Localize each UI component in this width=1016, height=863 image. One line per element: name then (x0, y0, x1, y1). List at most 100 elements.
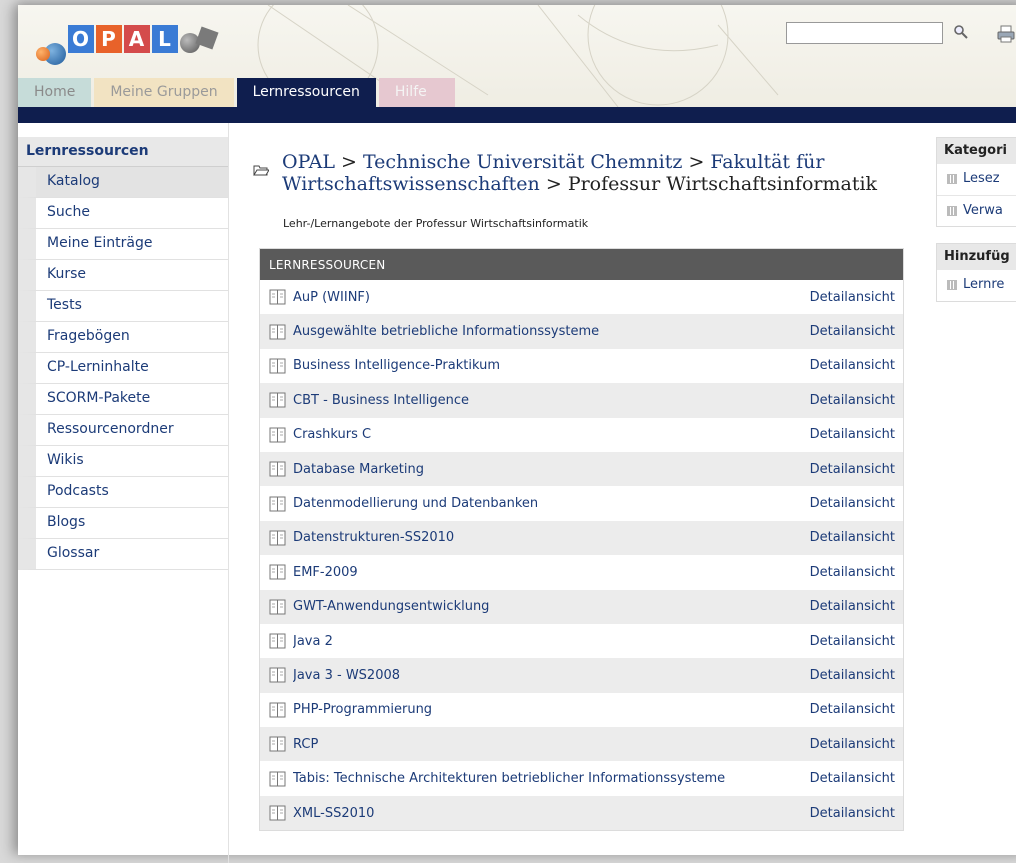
box-title: Hinzufüg (937, 244, 1016, 270)
box-title: Kategori (937, 138, 1016, 164)
resource-title-link[interactable]: Ausgewählte betriebliche Informationssys… (293, 324, 810, 339)
sidebar-divider (228, 123, 229, 863)
box-item[interactable]: Lesez (937, 164, 1016, 195)
resource-title-link[interactable]: Crashkurs C (293, 427, 810, 442)
book-icon (269, 427, 286, 443)
breadcrumb-link[interactable]: Fakultät für (710, 151, 824, 173)
book-icon (269, 667, 286, 683)
table-row: Crashkurs C Detailansicht (260, 418, 903, 452)
tab-meine-gruppen[interactable]: Meine Gruppen (94, 78, 234, 107)
sidebar: Lernressourcen Katalog Suche Meine Eintr… (18, 137, 228, 570)
sidebar-title[interactable]: Lernressourcen (18, 137, 228, 167)
detail-view-link[interactable]: Detailansicht (810, 771, 895, 786)
detail-view-link[interactable]: Detailansicht (810, 565, 895, 580)
detail-view-link[interactable]: Detailansicht (810, 393, 895, 408)
sidebar-item-podcasts[interactable]: Podcasts (18, 477, 228, 508)
resource-title-link[interactable]: Datenmodellierung und Datenbanken (293, 496, 810, 511)
box-item-label: Lesez (963, 171, 1000, 186)
box-item-label: Verwa (963, 203, 1003, 218)
detail-view-link[interactable]: Detailansicht (810, 496, 895, 511)
search-input[interactable] (786, 22, 943, 44)
table-row: Java 3 - WS2008 Detailansicht (260, 658, 903, 693)
magnifier-icon[interactable] (953, 24, 969, 40)
breadcrumb-link[interactable]: Technische Universität Chemnitz (363, 151, 682, 173)
resource-title-link[interactable]: PHP-Programmierung (293, 702, 810, 717)
nav-bar (18, 107, 1016, 123)
detail-view-link[interactable]: Detailansicht (810, 634, 895, 649)
resource-title-link[interactable]: GWT-Anwendungsentwicklung (293, 599, 810, 614)
book-icon (269, 324, 286, 340)
resource-title-link[interactable]: CBT - Business Intelligence (293, 393, 810, 408)
header: O P A L Home Meine Gruppen Lernressource… (18, 5, 1016, 107)
book-icon (269, 805, 286, 821)
folder-open-icon (253, 165, 269, 176)
logo-letter: O (68, 25, 94, 53)
table-row: PHP-Programmierung Detailansicht (260, 693, 903, 727)
book-icon (269, 461, 286, 477)
resource-title-link[interactable]: Tabis: Technische Architekturen betriebl… (293, 771, 810, 786)
sidebar-item-blogs[interactable]: Blogs (18, 508, 228, 539)
box-kategorien: Kategori Lesez Verwa (936, 137, 1016, 227)
opal-logo[interactable]: O P A L (36, 23, 236, 65)
detail-view-link[interactable]: Detailansicht (810, 806, 895, 821)
tab-hilfe[interactable]: Hilfe (378, 78, 455, 107)
resource-table: LERNRESSOURCEN AuP (WIINF) Detailansicht A… (259, 248, 904, 832)
sidebar-item-frageboegen[interactable]: Fragebögen (18, 322, 228, 353)
resource-title-link[interactable]: XML-SS2010 (293, 806, 810, 821)
tab-home[interactable]: Home (18, 78, 92, 107)
breadcrumb-separator: > (688, 151, 705, 173)
detail-view-link[interactable]: Detailansicht (810, 702, 895, 717)
sidebar-item-suche[interactable]: Suche (18, 198, 228, 229)
table-row: Ausgewählte betriebliche Informationssys… (260, 314, 903, 349)
detail-view-link[interactable]: Detailansicht (810, 462, 895, 477)
logo-ball-orange-icon (36, 47, 50, 61)
resource-title-link[interactable]: Java 3 - WS2008 (293, 668, 810, 683)
table-row: CBT - Business Intelligence Detailansicht (260, 383, 903, 418)
detail-view-link[interactable]: Detailansicht (810, 530, 895, 545)
table-row: Tabis: Technische Architekturen betriebl… (260, 761, 903, 795)
logo-letter: L (152, 25, 178, 53)
detail-view-link[interactable]: Detailansicht (810, 324, 895, 339)
resource-title-link[interactable]: AuP (WIINF) (293, 290, 810, 305)
breadcrumb-link[interactable]: OPAL (282, 151, 335, 173)
resource-title-link[interactable]: RCP (293, 737, 810, 752)
table-row: Datenmodellierung und Datenbanken Detaila… (260, 486, 903, 520)
sidebar-item-glossar[interactable]: Glossar (18, 539, 228, 570)
book-icon (269, 496, 286, 512)
breadcrumb-link[interactable]: Wirtschaftswissenschaften (282, 173, 540, 195)
sidebar-item-wikis[interactable]: Wikis (18, 446, 228, 477)
sidebar-item-meine-eintraege[interactable]: Meine Einträge (18, 229, 228, 260)
detail-view-link[interactable]: Detailansicht (810, 737, 895, 752)
detail-view-link[interactable]: Detailansicht (810, 290, 895, 305)
sidebar-item-tests[interactable]: Tests (18, 291, 228, 322)
resource-title-link[interactable]: Database Marketing (293, 462, 810, 477)
detail-view-link[interactable]: Detailansicht (810, 599, 895, 614)
detail-view-link[interactable]: Detailansicht (810, 427, 895, 442)
resource-title-link[interactable]: Datenstrukturen-SS2010 (293, 530, 810, 545)
resource-title-link[interactable]: EMF-2009 (293, 565, 810, 580)
grid-bullet-icon (947, 174, 957, 184)
grid-bullet-icon (947, 206, 957, 216)
table-row: Java 2 Detailansicht (260, 624, 903, 658)
printer-icon[interactable] (996, 24, 1016, 44)
sidebar-item-katalog[interactable]: Katalog (18, 167, 228, 198)
box-item[interactable]: Verwa (937, 195, 1016, 226)
box-hinzufuegen: Hinzufüg Lernre (936, 243, 1016, 302)
table-row: Datenstrukturen-SS2010 Detailansicht (260, 520, 903, 556)
breadcrumb: OPAL > Technische Universität Chemnitz >… (253, 151, 893, 195)
sidebar-item-ressourcenordner[interactable]: Ressourcenordner (18, 415, 228, 446)
sidebar-item-kurse[interactable]: Kurse (18, 260, 228, 291)
detail-view-link[interactable]: Detailansicht (810, 668, 895, 683)
book-icon (269, 702, 286, 718)
resource-title-link[interactable]: Business Intelligence-Praktikum (293, 358, 810, 373)
sidebar-item-cp-lerninhalte[interactable]: CP-Lerninhalte (18, 353, 228, 384)
table-row: EMF-2009 Detailansicht (260, 555, 903, 589)
tab-lernressourcen[interactable]: Lernressourcen (236, 78, 376, 107)
sidebar-item-scorm-pakete[interactable]: SCORM-Pakete (18, 384, 228, 415)
box-item[interactable]: Lernre (937, 270, 1016, 301)
table-body: AuP (WIINF) Detailansicht Ausgewählte betr… (260, 280, 903, 831)
detail-view-link[interactable]: Detailansicht (810, 358, 895, 373)
breadcrumb-separator: > (341, 151, 357, 173)
resource-title-link[interactable]: Java 2 (293, 634, 810, 649)
book-icon (269, 530, 286, 546)
